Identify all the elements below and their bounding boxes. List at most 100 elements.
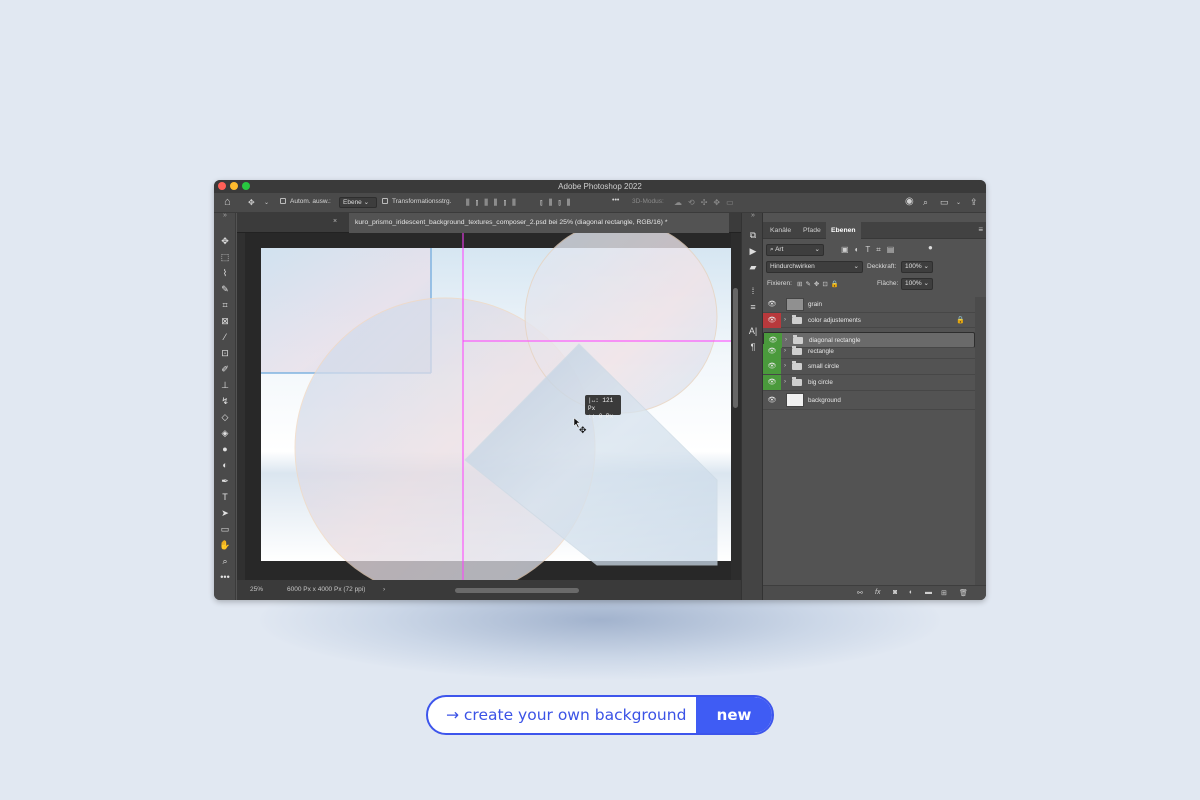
adjustment-layer-icon[interactable]: ◐: [909, 589, 913, 596]
tab-layers[interactable]: Ebenen: [826, 222, 861, 239]
mask-icon[interactable]: ◙: [893, 589, 897, 596]
lasso-tool-icon[interactable]: ⌇: [219, 267, 231, 279]
eye-icon[interactable]: 👁: [763, 343, 781, 359]
comments-icon[interactable]: ▰: [747, 261, 759, 273]
path-selection-tool-icon[interactable]: ➤: [219, 507, 231, 519]
home-icon[interactable]: ⌂: [224, 197, 231, 208]
auto-select-option[interactable]: Autom. ausw.:: [280, 198, 331, 205]
canvas-viewport[interactable]: ✥ |↔: 121 Px ↕: 0 Px: [247, 220, 733, 599]
new-group-icon[interactable]: ▬: [925, 589, 932, 596]
properties-icon[interactable]: ≡: [747, 301, 759, 313]
collapse-icon[interactable]: »: [219, 210, 231, 222]
tab-channels[interactable]: Kanäle: [765, 222, 796, 239]
eye-icon[interactable]: 👁: [763, 374, 781, 390]
quick-selection-tool-icon[interactable]: ✎: [219, 283, 231, 295]
cta-text: → create your own background: [446, 706, 687, 724]
chevron-down-icon[interactable]: ⌄: [264, 198, 269, 208]
layer-row-big-circle[interactable]: 👁 › big circle: [763, 374, 975, 391]
auto-select-checkbox[interactable]: [280, 198, 286, 205]
character-icon[interactable]: A|: [747, 325, 759, 337]
minimize-window-button[interactable]: [230, 182, 238, 190]
auto-select-dropdown[interactable]: Ebene ⌄: [339, 197, 377, 208]
pen-tool-icon[interactable]: ✒: [219, 475, 231, 487]
stamp-tool-icon[interactable]: ⊥: [219, 379, 231, 391]
zoom-level[interactable]: 25%: [250, 586, 263, 593]
paragraph-icon[interactable]: ¶: [747, 341, 759, 353]
blur-tool-icon[interactable]: ●: [219, 443, 231, 455]
layers-scrollbar[interactable]: [975, 297, 986, 587]
transform-checkbox[interactable]: [382, 198, 388, 205]
chevron-right-icon[interactable]: ›: [784, 344, 786, 359]
healing-tool-icon[interactable]: ⊡: [219, 347, 231, 359]
fx-icon[interactable]: fx: [875, 589, 880, 596]
chevron-right-icon[interactable]: ›: [784, 359, 786, 374]
distribute-icons[interactable]: ⫾⫼⫾⫼: [540, 198, 576, 208]
filter-type-dropdown[interactable]: ⌕ Art ⌄: [766, 244, 824, 256]
cta-button[interactable]: → create your own background new: [426, 695, 774, 735]
tab-paths[interactable]: Pfade: [798, 222, 826, 239]
vertical-scrollbar[interactable]: [731, 233, 741, 580]
eye-icon[interactable]: 👁: [763, 312, 781, 328]
hand-tool-icon[interactable]: ✋: [219, 539, 231, 551]
opacity-field[interactable]: 100% ⌄: [901, 261, 933, 273]
zoom-tool-icon[interactable]: ⌕: [219, 555, 231, 567]
type-tool-icon[interactable]: T: [219, 491, 231, 503]
new-layer-icon[interactable]: ⊞: [941, 589, 947, 597]
trash-icon[interactable]: 🗑: [959, 589, 968, 597]
transform-controls-option[interactable]: Transformationsstrg.: [382, 198, 451, 205]
play-actions-icon[interactable]: ▶: [747, 245, 759, 257]
vertical-scrollbar-thumb[interactable]: [733, 288, 738, 408]
blend-mode-dropdown[interactable]: Hindurchwirken ⌄: [766, 261, 863, 273]
layer-row-grain[interactable]: 👁 grain: [763, 297, 975, 313]
eyedropper-tool-icon[interactable]: ⁄: [219, 331, 231, 343]
fill-field[interactable]: 100% ⌄: [901, 278, 933, 290]
paint-bucket-tool-icon[interactable]: ◈: [219, 427, 231, 439]
canvas-artwork[interactable]: ✥: [247, 220, 733, 599]
dodge-tool-icon[interactable]: ◐: [219, 459, 231, 471]
eye-icon[interactable]: 👁: [763, 359, 781, 375]
filter-icons[interactable]: ▣◐T⌗▤: [841, 245, 900, 255]
align-icons[interactable]: ⫼⫾⫼⫼⫾⫼: [466, 198, 522, 208]
close-window-button[interactable]: [218, 182, 226, 190]
lock-row: Fixieren: ⊞✎✥⊡🔒 Fläche: 100% ⌄: [763, 276, 986, 292]
search-icon[interactable]: ⌕: [923, 197, 928, 207]
horizontal-scrollbar-thumb[interactable]: [455, 588, 579, 593]
marquee-tool-icon[interactable]: ⬚: [219, 251, 231, 263]
layer-row-small-circle[interactable]: 👁 › small circle: [763, 359, 975, 375]
status-arrow-button[interactable]: ›: [383, 586, 385, 593]
zoom-window-button[interactable]: [242, 182, 250, 190]
new-badge[interactable]: new: [696, 697, 772, 733]
chevron-right-icon[interactable]: ›: [784, 313, 786, 328]
move-tool-icon[interactable]: ✥: [248, 198, 255, 208]
document-tab[interactable]: kuro_prismo_iridescent_background_textur…: [349, 213, 729, 233]
frame-tool-icon[interactable]: ⊠: [219, 315, 231, 327]
adjustments-icon[interactable]: ⁞: [747, 285, 759, 297]
panel-menu-icon[interactable]: ≡: [978, 225, 983, 234]
link-layers-icon[interactable]: ⚯: [857, 589, 863, 597]
rectangle-tool-icon[interactable]: ▭: [219, 523, 231, 535]
eye-icon[interactable]: 👁: [763, 297, 781, 312]
close-tab-icon[interactable]: ×: [333, 218, 337, 225]
filter-toggle-icon[interactable]: ●: [928, 243, 933, 252]
lock-icons[interactable]: ⊞✎✥⊡🔒: [797, 280, 842, 288]
layer-name: background: [808, 396, 841, 404]
more-options-button[interactable]: •••: [612, 197, 619, 204]
layer-row-color-adjustements[interactable]: 👁 › color adjustements 🔒: [763, 312, 975, 329]
user-icon[interactable]: ◉: [905, 197, 914, 207]
eye-icon[interactable]: 👁: [763, 391, 781, 406]
workspace-icon[interactable]: ▭: [940, 197, 949, 207]
more-tools-icon[interactable]: •••: [219, 571, 231, 583]
share-icon[interactable]: ⇪: [970, 197, 978, 207]
move-tool-icon[interactable]: ✥: [219, 235, 231, 247]
brush-tool-icon[interactable]: ✐: [219, 363, 231, 375]
layer-row-background[interactable]: 👁 background: [763, 391, 975, 410]
history-brush-tool-icon[interactable]: ↯: [219, 395, 231, 407]
folder-icon: [792, 376, 802, 386]
crop-tool-icon[interactable]: ⌗: [219, 299, 231, 311]
eraser-tool-icon[interactable]: ◇: [219, 411, 231, 423]
expand-icon[interactable]: »: [747, 210, 759, 222]
history-icon[interactable]: ⧉: [747, 229, 759, 241]
chevron-right-icon[interactable]: ›: [784, 375, 786, 390]
chevron-down-icon[interactable]: ⌄: [956, 198, 961, 208]
layer-row-rectangle[interactable]: 👁 › rectangle: [763, 343, 975, 360]
